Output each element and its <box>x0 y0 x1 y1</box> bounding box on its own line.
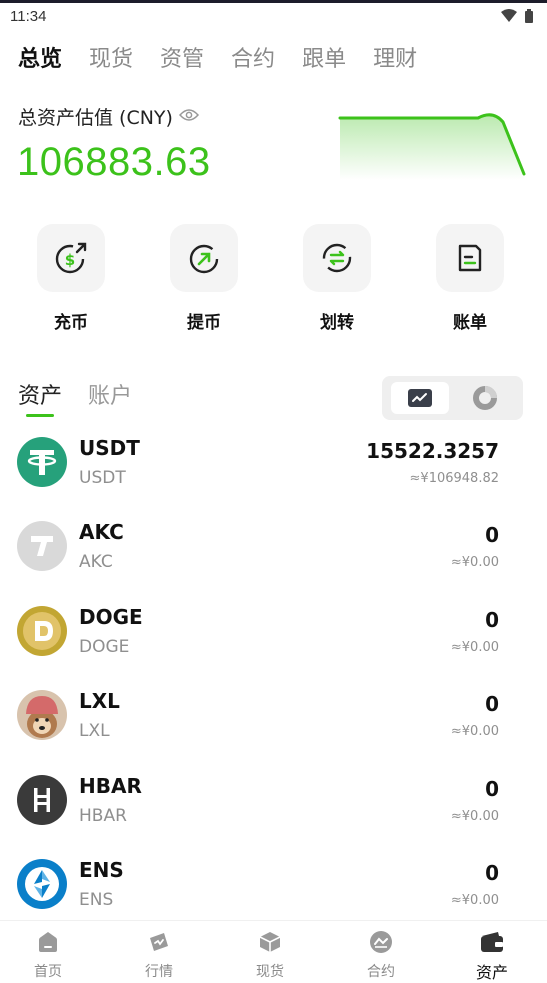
spot-icon <box>259 932 281 952</box>
tab-accounts[interactable]: 账户 <box>88 378 132 410</box>
asset-sub-tabs: 资产 账户 <box>18 378 158 410</box>
total-asset-value: 106883.63 <box>17 140 211 184</box>
asset-amount: 0 <box>485 692 499 716</box>
pie-chart-view-button[interactable] <box>456 382 514 414</box>
transfer-button[interactable]: 划转 <box>287 224 387 333</box>
asset-name: DOGE <box>79 605 143 629</box>
asset-fiat-value: ≈¥0.00 <box>450 640 499 655</box>
asset-fiat-value: ≈¥0.00 <box>450 555 499 570</box>
asset-row-akc[interactable]: AKC AKC 0 ≈¥0.00 <box>0 510 547 594</box>
total-asset-label: 总资产估值 (CNY) <box>18 107 173 129</box>
wifi-icon <box>501 9 517 22</box>
total-asset-header: 总资产估值 (CNY) <box>18 103 199 130</box>
top-tabs: 总览 现货 资管 合约 跟单 理财 <box>18 44 444 76</box>
asset-subname: LXL <box>79 721 110 741</box>
status-time: 11:34 <box>10 8 47 25</box>
nav-assets-label: 资产 <box>475 963 508 982</box>
asset-amount: 0 <box>485 777 499 801</box>
asset-name: AKC <box>79 520 124 544</box>
wallet-icon <box>481 932 503 952</box>
asset-row-usdt[interactable]: USDT USDT 15522.3257 ≈¥106948.82 <box>0 426 547 510</box>
tab-contract[interactable]: 合约 <box>231 44 275 76</box>
asset-fiat-value: ≈¥0.00 <box>450 893 499 908</box>
svg-text:$: $ <box>65 251 75 269</box>
asset-subname: USDT <box>79 468 126 488</box>
asset-amount: 15522.3257 <box>366 439 499 463</box>
asset-subname: AKC <box>79 552 113 572</box>
lxl-icon <box>17 690 67 740</box>
pie-chart-icon <box>473 386 497 410</box>
asset-fiat-value: ≈¥106948.82 <box>409 471 499 486</box>
tab-wealth[interactable]: 理财 <box>373 44 417 76</box>
asset-name: HBAR <box>79 774 142 798</box>
asset-name: LXL <box>79 689 120 713</box>
nav-home-label: 首页 <box>34 964 62 980</box>
asset-name: USDT <box>79 436 140 460</box>
tab-overview[interactable]: 总览 <box>18 44 62 76</box>
deposit-button[interactable]: $ 充币 <box>21 224 121 333</box>
asset-fiat-value: ≈¥0.00 <box>450 809 499 824</box>
nav-spot[interactable]: 现货 <box>220 929 320 981</box>
asset-row-doge[interactable]: DOGE DOGE 0 ≈¥0.00 <box>0 595 547 679</box>
asset-name: ENS <box>79 858 124 882</box>
tab-asset-management[interactable]: 资管 <box>160 44 204 76</box>
bottom-nav: 首页 行情 现货 合约 资产 <box>0 920 547 983</box>
withdraw-button[interactable]: 提币 <box>154 224 254 333</box>
view-toggle <box>382 376 523 420</box>
asset-subname: DOGE <box>79 637 130 657</box>
asset-row-hbar[interactable]: HBAR HBAR 0 ≈¥0.00 <box>0 764 547 848</box>
asset-amount: 0 <box>485 608 499 632</box>
status-bar: 11:34 <box>0 3 547 31</box>
bill-icon <box>458 244 482 272</box>
ens-icon <box>17 859 67 909</box>
market-icon <box>150 933 168 951</box>
asset-amount: 0 <box>485 861 499 885</box>
asset-fiat-value: ≈¥0.00 <box>450 724 499 739</box>
line-chart-icon <box>408 389 432 407</box>
withdraw-icon <box>189 244 219 274</box>
nav-market-label: 行情 <box>145 964 173 980</box>
nav-assets[interactable]: 资产 <box>442 929 542 983</box>
tab-copy-trading[interactable]: 跟单 <box>302 44 346 76</box>
nav-contract[interactable]: 合约 <box>331 929 431 981</box>
active-tab-underline <box>26 414 54 417</box>
nav-contract-label: 合约 <box>367 964 395 980</box>
doge-icon <box>17 606 67 656</box>
transfer-label: 划转 <box>320 313 354 333</box>
asset-row-lxl[interactable]: LXL LXL 0 ≈¥0.00 <box>0 679 547 763</box>
deposit-label: 充币 <box>54 313 88 333</box>
usdt-icon <box>17 437 67 487</box>
eye-icon[interactable] <box>178 107 199 126</box>
hbar-icon <box>17 775 67 825</box>
status-icons <box>501 9 533 23</box>
asset-trend-sparkline <box>338 113 526 180</box>
tab-assets[interactable]: 资产 <box>18 378 62 410</box>
line-chart-view-button[interactable] <box>391 382 449 414</box>
nav-market[interactable]: 行情 <box>109 929 209 981</box>
contract-icon <box>370 931 392 953</box>
quick-actions: $ 充币 提币 划转 账单 <box>0 224 547 344</box>
nav-home[interactable]: 首页 <box>0 929 98 981</box>
tab-spot[interactable]: 现货 <box>89 44 133 76</box>
withdraw-label: 提币 <box>187 313 221 333</box>
bill-button[interactable]: 账单 <box>420 224 520 333</box>
deposit-icon: $ <box>55 242 87 274</box>
asset-subname: ENS <box>79 890 114 910</box>
asset-amount: 0 <box>485 523 499 547</box>
battery-icon <box>525 9 533 23</box>
bill-label: 账单 <box>453 313 487 333</box>
home-icon <box>39 932 57 952</box>
nav-spot-label: 现货 <box>256 964 284 980</box>
transfer-icon <box>322 243 352 273</box>
akc-icon <box>17 521 67 571</box>
asset-subname: HBAR <box>79 806 127 826</box>
